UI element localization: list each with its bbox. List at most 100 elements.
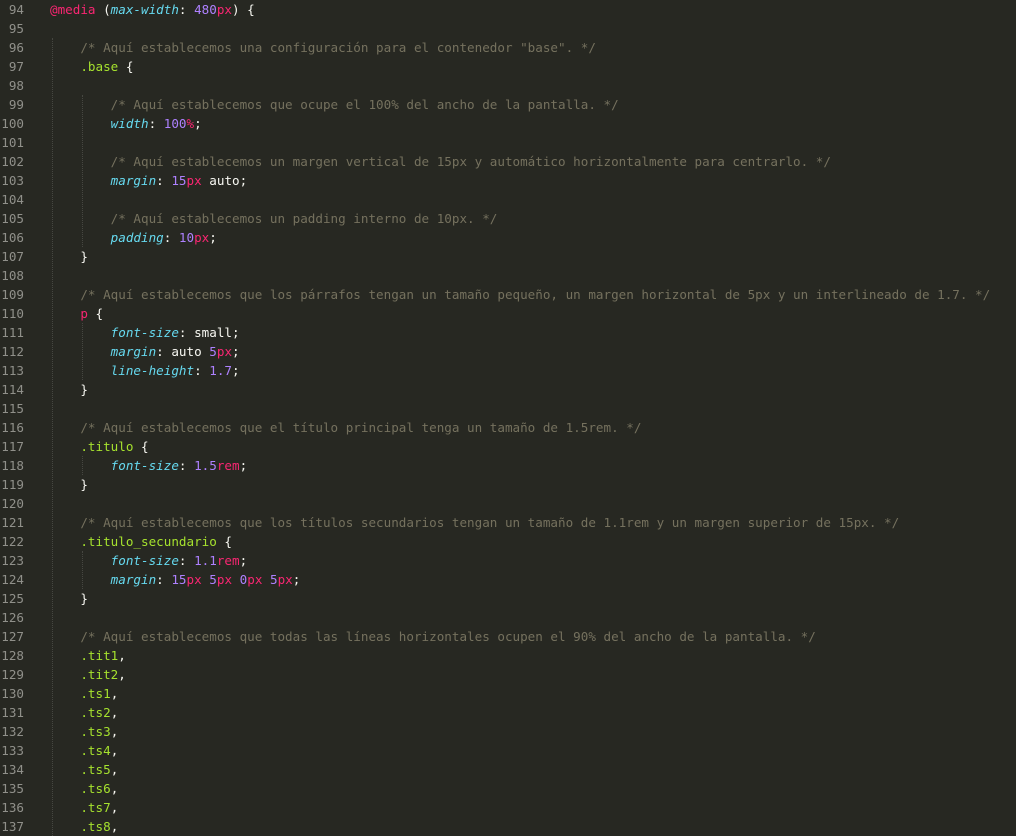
code-line[interactable]: 101 <box>0 133 1016 152</box>
code-line[interactable]: 114 } <box>0 380 1016 399</box>
code-token: line-height <box>110 363 195 378</box>
line-number: 107 <box>1 249 24 264</box>
line-number: 129 <box>1 667 24 682</box>
code-line[interactable]: 107 } <box>0 247 1016 266</box>
code-line[interactable]: 129 .tit2, <box>0 665 1016 684</box>
line-code: @media (max-width: 480px) { <box>50 0 255 19</box>
line-number: 119 <box>1 477 24 492</box>
line-number: 102 <box>1 154 24 169</box>
code-token: rem <box>216 458 240 473</box>
code-token: : <box>178 325 195 340</box>
code-line[interactable]: 123 font-size: 1.1rem; <box>0 551 1016 570</box>
line-number: 115 <box>1 401 24 416</box>
code-token: } <box>80 249 88 264</box>
code-line[interactable]: 135 .ts6, <box>0 779 1016 798</box>
code-token: /* Aquí establecemos que el título princ… <box>80 420 642 435</box>
code-token: : <box>178 2 195 17</box>
code-line[interactable]: 117 .titulo { <box>0 437 1016 456</box>
code-line[interactable]: 110 p { <box>0 304 1016 323</box>
code-line[interactable]: 116 /* Aquí establecemos que el título p… <box>0 418 1016 437</box>
code-line[interactable]: 98 <box>0 76 1016 95</box>
code-editor[interactable]: 94 @media (max-width: 480px) {95 96 /* Aqu… <box>0 0 1016 836</box>
code-line[interactable]: 121 /* Aquí establecemos que los títulos… <box>0 513 1016 532</box>
code-token: px <box>216 2 233 17</box>
line-code: .ts6, <box>50 779 118 798</box>
code-line[interactable]: 137 .ts8, <box>0 817 1016 836</box>
code-line[interactable]: 136 .ts7, <box>0 798 1016 817</box>
line-number: 130 <box>1 686 24 701</box>
line-number: 135 <box>1 781 24 796</box>
line-code: .ts8, <box>50 817 118 836</box>
code-token: rem <box>216 553 240 568</box>
code-line[interactable]: 125 } <box>0 589 1016 608</box>
line-number: 101 <box>1 135 24 150</box>
code-line[interactable]: 112 margin: auto 5px; <box>0 342 1016 361</box>
code-line[interactable]: 111 font-size: small; <box>0 323 1016 342</box>
code-token: px <box>186 572 202 587</box>
code-line[interactable]: 115 <box>0 399 1016 418</box>
line-code: margin: 15px 5px 0px 5px; <box>50 570 301 589</box>
code-token: /* Aquí establecemos una configuración p… <box>80 40 596 55</box>
line-number: 105 <box>1 211 24 226</box>
code-token: .ts5 <box>80 762 111 777</box>
code-line[interactable]: 122 .titulo_secundario { <box>0 532 1016 551</box>
line-number: 108 <box>1 268 24 283</box>
code-token: { <box>118 59 134 74</box>
code-line[interactable]: 97 .base { <box>0 57 1016 76</box>
code-line[interactable]: 119 } <box>0 475 1016 494</box>
code-line[interactable]: 95 <box>0 19 1016 38</box>
line-code: .ts5, <box>50 760 118 779</box>
indent-guide <box>82 323 84 380</box>
code-line[interactable]: 109 /* Aquí establecemos que los párrafo… <box>0 285 1016 304</box>
code-line[interactable]: 134 .ts5, <box>0 760 1016 779</box>
code-token: small <box>194 325 233 340</box>
line-number: 120 <box>1 496 24 511</box>
code-line[interactable]: 118 font-size: 1.5rem; <box>0 456 1016 475</box>
line-code: line-height: 1.7; <box>50 361 240 380</box>
code-line[interactable]: 126 <box>0 608 1016 627</box>
code-line[interactable]: 130 .ts1, <box>0 684 1016 703</box>
line-number: 114 <box>1 382 24 397</box>
code-line[interactable]: 120 <box>0 494 1016 513</box>
line-number: 125 <box>1 591 24 606</box>
code-token: : <box>163 230 179 245</box>
code-line[interactable]: 96 /* Aquí establecemos una configuració… <box>0 38 1016 57</box>
code-line[interactable]: 124 margin: 15px 5px 0px 5px; <box>0 570 1016 589</box>
code-token: : <box>148 116 164 131</box>
line-number: 94 <box>8 2 24 17</box>
code-line[interactable]: 105 /* Aquí establecemos un padding inte… <box>0 209 1016 228</box>
code-line[interactable]: 113 line-height: 1.7; <box>0 361 1016 380</box>
code-token: } <box>80 477 88 492</box>
code-token: ; <box>232 363 240 378</box>
code-line[interactable]: 103 margin: 15px auto; <box>0 171 1016 190</box>
code-line[interactable]: 100 width: 100%; <box>0 114 1016 133</box>
line-code: } <box>50 589 88 608</box>
code-token: .titulo_secundario <box>80 534 217 549</box>
code-line[interactable]: 106 padding: 10px; <box>0 228 1016 247</box>
line-number: 124 <box>1 572 24 587</box>
code-line[interactable]: 128 .tit1, <box>0 646 1016 665</box>
code-token: } <box>80 382 88 397</box>
line-number: 97 <box>8 59 24 74</box>
code-token: @media <box>50 2 96 17</box>
code-line[interactable]: 104 <box>0 190 1016 209</box>
code-line[interactable]: 108 <box>0 266 1016 285</box>
line-number: 121 <box>1 515 24 530</box>
code-line[interactable]: 133 .ts4, <box>0 741 1016 760</box>
code-line[interactable]: 102 /* Aquí establecemos un margen verti… <box>0 152 1016 171</box>
code-line[interactable]: 132 .ts3, <box>0 722 1016 741</box>
code-line[interactable]: 94 @media (max-width: 480px) { <box>0 0 1016 19</box>
line-code: width: 100%; <box>50 114 202 133</box>
code-line[interactable]: 131 .ts2, <box>0 703 1016 722</box>
code-line[interactable]: 127 /* Aquí establecemos que todas las l… <box>0 627 1016 646</box>
line-code: /* Aquí establecemos que ocupe el 100% d… <box>50 95 619 114</box>
code-line[interactable]: 99 /* Aquí establecemos que ocupe el 100… <box>0 95 1016 114</box>
code-token: px <box>247 572 263 587</box>
